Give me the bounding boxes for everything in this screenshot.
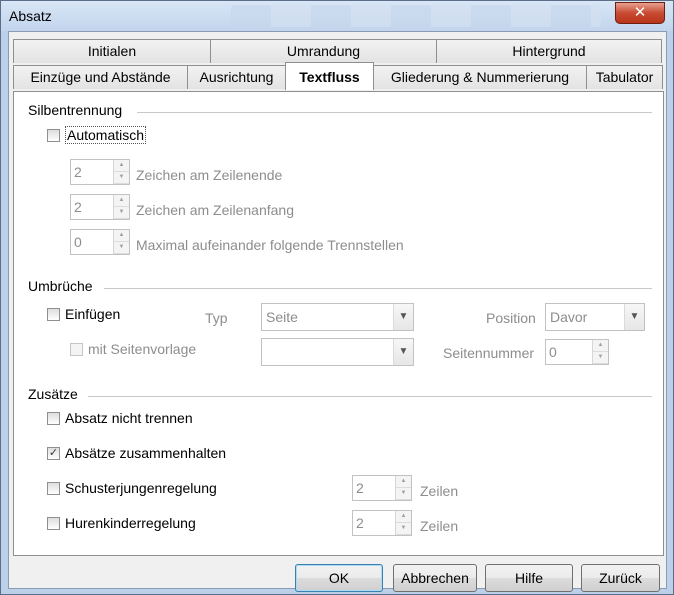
tab-row-top: Initialen Umrandung Hintergrund	[13, 39, 662, 63]
page-number-value: 0	[549, 344, 557, 360]
close-button[interactable]: ✕	[615, 2, 665, 24]
position-value: Davor	[550, 309, 588, 325]
insert-break-checkbox[interactable]	[47, 307, 60, 321]
automatic-label: Automatisch	[65, 126, 147, 144]
widow-control-checkbox[interactable]	[47, 516, 60, 530]
breaks-heading: Umbrüche	[28, 278, 93, 294]
tab-ausrichtung[interactable]: Ausrichtung	[187, 65, 286, 89]
type-dropdown[interactable]: Seite ▼	[261, 303, 414, 331]
help-button[interactable]: Hilfe	[485, 564, 573, 592]
type-label: Typ	[205, 310, 228, 326]
tab-tabulator[interactable]: Tabulator	[586, 65, 663, 89]
orphan-control-label: Schusterjungenregelung	[65, 480, 217, 496]
widow-lines-unit: Zeilen	[420, 518, 459, 534]
hyphenation-heading: Silbentrennung	[28, 102, 123, 118]
max-hyphens-spinbox[interactable]: 0 ▲ ▼	[70, 229, 130, 255]
spin-up-icon[interactable]: ▲	[396, 511, 411, 523]
spin-down-icon[interactable]: ▼	[396, 488, 411, 500]
widow-lines-value: 2	[356, 515, 364, 531]
insert-break-row[interactable]: Einfügen	[47, 306, 120, 322]
tab-initialen[interactable]: Initialen	[13, 39, 211, 63]
spin-up-icon[interactable]: ▲	[114, 160, 129, 172]
tab-umrandung[interactable]: Umrandung	[210, 39, 437, 63]
spin-up-icon[interactable]: ▲	[396, 476, 411, 488]
ok-button[interactable]: OK	[295, 564, 383, 592]
checkmark-icon: ✓	[48, 446, 59, 459]
keep-together-label: Absatz nicht trennen	[65, 410, 193, 426]
keep-with-next-label: Absätze zusammenhalten	[65, 445, 227, 461]
chevron-down-icon[interactable]: ▼	[393, 304, 413, 330]
hyphenation-divider	[137, 112, 652, 113]
widow-control-label: Hurenkinderregelung	[65, 515, 196, 531]
chars-end-value: 2	[74, 164, 82, 180]
dialog-client-area: Initialen Umrandung Hintergrund Einzüge …	[8, 31, 667, 592]
chars-end-spinbox[interactable]: 2 ▲ ▼	[70, 159, 130, 185]
page-style-dropdown[interactable]: ▼	[261, 338, 414, 366]
orphan-control-checkbox[interactable]	[47, 481, 60, 495]
automatic-hyphenation-row[interactable]: Automatisch	[47, 126, 147, 144]
tab-textfluss[interactable]: Textfluss	[285, 62, 374, 90]
keep-together-row[interactable]: Absatz nicht trennen	[47, 410, 193, 426]
max-hyphens-value: 0	[74, 234, 82, 250]
tab-hintergrund[interactable]: Hintergrund	[436, 39, 662, 63]
spin-down-icon[interactable]: ▼	[114, 242, 129, 254]
chevron-down-icon[interactable]: ▼	[624, 304, 644, 330]
spin-down-icon[interactable]: ▼	[114, 172, 129, 184]
chevron-down-icon[interactable]: ▼	[393, 339, 413, 365]
tab-einzuege[interactable]: Einzüge und Abstände	[13, 65, 188, 89]
textfluss-panel: Silbentrennung Automatisch 2 ▲ ▼ Zeichen …	[13, 91, 664, 556]
options-heading: Zusätze	[28, 386, 78, 402]
automatic-checkbox[interactable]	[47, 128, 60, 142]
chars-start-spinbox[interactable]: 2 ▲ ▼	[70, 194, 130, 220]
title-bar: Absatz ✕	[1, 1, 673, 31]
max-hyphens-label: Maximal aufeinander folgende Trennstelle…	[136, 237, 404, 253]
page-number-spinbox[interactable]: 0 ▲ ▼	[545, 339, 609, 365]
options-divider	[88, 396, 652, 397]
orphan-lines-value: 2	[356, 480, 364, 496]
spin-down-icon[interactable]: ▼	[396, 523, 411, 535]
spin-up-icon[interactable]: ▲	[114, 195, 129, 207]
cancel-button[interactable]: Abbrechen	[393, 564, 477, 592]
chars-start-value: 2	[74, 199, 82, 215]
insert-break-label: Einfügen	[65, 306, 121, 322]
with-page-style-checkbox[interactable]	[70, 342, 83, 356]
spin-up-icon[interactable]: ▲	[114, 230, 129, 242]
orphan-control-row[interactable]: Schusterjungenregelung	[47, 480, 217, 496]
spin-down-icon[interactable]: ▼	[114, 207, 129, 219]
reset-button[interactable]: Zurück	[581, 564, 660, 592]
with-page-style-row[interactable]: mit Seitenvorlage	[70, 341, 196, 357]
chars-start-label: Zeichen am Zeilenanfang	[136, 202, 294, 218]
page-number-label: Seitennummer	[443, 345, 535, 361]
keep-with-next-row[interactable]: ✓ Absätze zusammenhalten	[47, 445, 226, 461]
tab-row-bottom: Einzüge und Abstände Ausrichtung Textflu…	[13, 62, 663, 90]
chars-end-label: Zeichen am Zeilenende	[136, 167, 283, 183]
title-bar-decoration	[231, 5, 601, 27]
widow-control-row[interactable]: Hurenkinderregelung	[47, 515, 196, 531]
page-style-value	[262, 339, 393, 365]
orphan-lines-unit: Zeilen	[420, 483, 459, 499]
tab-gliederung[interactable]: Gliederung & Nummerierung	[373, 65, 587, 89]
type-value: Seite	[266, 309, 298, 325]
spin-up-icon[interactable]: ▲	[593, 340, 608, 352]
keep-together-checkbox[interactable]	[47, 411, 60, 425]
position-label: Position	[486, 310, 536, 326]
keep-with-next-checkbox[interactable]: ✓	[47, 446, 60, 460]
window-title: Absatz	[9, 8, 52, 24]
spin-down-icon[interactable]: ▼	[593, 352, 608, 364]
dialog-window: Absatz ✕ Initialen Umrandung Hintergrund…	[0, 0, 674, 595]
widow-lines-spinbox[interactable]: 2 ▲ ▼	[352, 510, 412, 536]
orphan-lines-spinbox[interactable]: 2 ▲ ▼	[352, 475, 412, 501]
with-page-style-label: mit Seitenvorlage	[88, 341, 197, 357]
position-dropdown[interactable]: Davor ▼	[545, 303, 645, 331]
breaks-divider	[104, 288, 652, 289]
